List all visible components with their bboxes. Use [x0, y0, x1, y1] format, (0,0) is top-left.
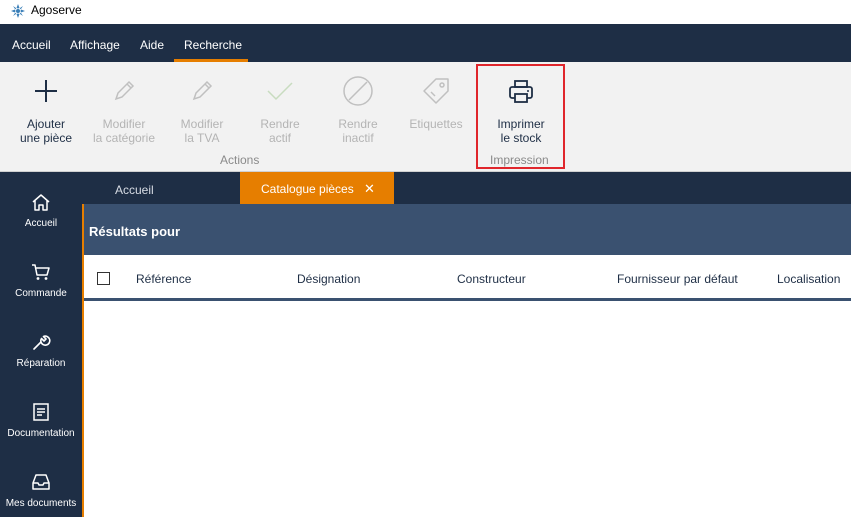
sidebar-item-reparation[interactable]: Réparation — [0, 332, 82, 392]
tab-catalogue-pieces[interactable]: Catalogue pièces ✕ — [240, 172, 394, 204]
sidebar-label-mes-documents: Mes documents — [5, 498, 77, 509]
make-active-label-line1: Rendre — [260, 117, 300, 131]
inbox-icon — [32, 474, 50, 490]
tag-icon — [423, 78, 449, 104]
edit-vat-label-line2: la TVA — [184, 131, 220, 145]
edit-vat-button[interactable]: Modifier la TVA — [168, 62, 236, 148]
home-icon — [32, 194, 50, 211]
table-header: Référence Désignation Constructeur Fourn… — [84, 255, 851, 301]
sidebar-label-documentation: Documentation — [7, 428, 75, 439]
add-part-label-line2: une pièce — [19, 131, 73, 145]
make-active-label-line2: actif — [268, 131, 291, 145]
document-tabs: Accueil Catalogue pièces ✕ — [82, 172, 851, 204]
plus-icon — [35, 80, 57, 102]
edit-category-label: Modifier la catégorie — [90, 117, 158, 145]
edit-category-label-line1: Modifier — [102, 117, 146, 131]
menu-affichage[interactable]: Affichage — [70, 38, 120, 52]
catalog-content: Résultats pour Référence Désignation Con… — [82, 204, 851, 517]
title-bar: Agoserve — [0, 0, 851, 24]
tab-accueil[interactable]: Accueil — [82, 172, 240, 204]
impression-group-highlight — [476, 64, 565, 169]
make-inactive-label-line2: inactif — [342, 131, 374, 145]
app-logo-icon — [11, 4, 25, 18]
results-title: Résultats pour — [89, 224, 181, 239]
add-part-label-line1: Ajouter — [26, 117, 66, 131]
app-title: Agoserve — [31, 3, 82, 17]
labels-button[interactable]: Etiquettes — [402, 62, 470, 148]
ribbon-toolbar: Ajouter une pièce Modifier la catégorie … — [0, 62, 851, 172]
sidebar-label-commande: Commande — [15, 288, 67, 299]
left-sidebar: Accueil Commande Réparation Documentatio… — [0, 172, 82, 517]
sidebar-label-reparation: Réparation — [16, 358, 66, 369]
sidebar-item-commande[interactable]: Commande — [0, 262, 82, 322]
edit-category-button[interactable]: Modifier la catégorie — [90, 62, 158, 148]
column-header-designation[interactable]: Désignation — [297, 272, 360, 286]
close-icon[interactable]: ✕ — [364, 181, 375, 197]
edit-vat-label-line1: Modifier — [180, 117, 224, 131]
column-header-constructeur[interactable]: Constructeur — [457, 272, 526, 286]
menu-recherche[interactable]: Recherche — [184, 38, 242, 52]
make-active-button[interactable]: Rendre actif — [246, 62, 314, 148]
edit-category-label-line2: la catégorie — [92, 131, 156, 145]
prohibited-icon — [343, 76, 373, 106]
pencil-icon — [114, 80, 135, 101]
sidebar-item-documentation[interactable]: Documentation — [0, 402, 82, 462]
sidebar-item-mes-documents[interactable]: Mes documents — [0, 472, 82, 517]
document-icon — [33, 403, 49, 421]
cart-icon — [32, 264, 50, 280]
menu-accueil[interactable]: Accueil — [12, 38, 51, 52]
sidebar-item-accueil[interactable]: Accueil — [0, 192, 82, 252]
make-active-label: Rendre actif — [246, 117, 314, 145]
column-header-fournisseur[interactable]: Fournisseur par défaut — [617, 272, 738, 286]
group-label-actions: Actions — [220, 153, 260, 167]
menu-bar: Accueil Affichage Aide Recherche — [0, 24, 851, 62]
edit-vat-label: Modifier la TVA — [168, 117, 236, 145]
labels-label: Etiquettes — [409, 117, 463, 131]
select-all-checkbox[interactable] — [97, 272, 110, 285]
make-inactive-label-line1: Rendre — [338, 117, 378, 131]
make-inactive-button[interactable]: Rendre inactif — [324, 62, 392, 148]
pencil-icon — [192, 80, 213, 101]
make-inactive-label: Rendre inactif — [324, 117, 392, 145]
sidebar-label-accueil: Accueil — [24, 218, 58, 229]
column-header-localisation[interactable]: Localisation — [777, 272, 840, 286]
menu-aide[interactable]: Aide — [140, 38, 164, 52]
column-header-reference[interactable]: Référence — [136, 272, 191, 286]
results-header: Résultats pour — [84, 204, 851, 255]
add-part-label: Ajouter une pièce — [12, 117, 80, 145]
add-part-button[interactable]: Ajouter une pièce — [12, 62, 80, 148]
wrench-icon — [33, 335, 51, 350]
checkmark-icon — [267, 82, 293, 101]
tab-catalogue-label: Catalogue pièces — [261, 182, 354, 196]
